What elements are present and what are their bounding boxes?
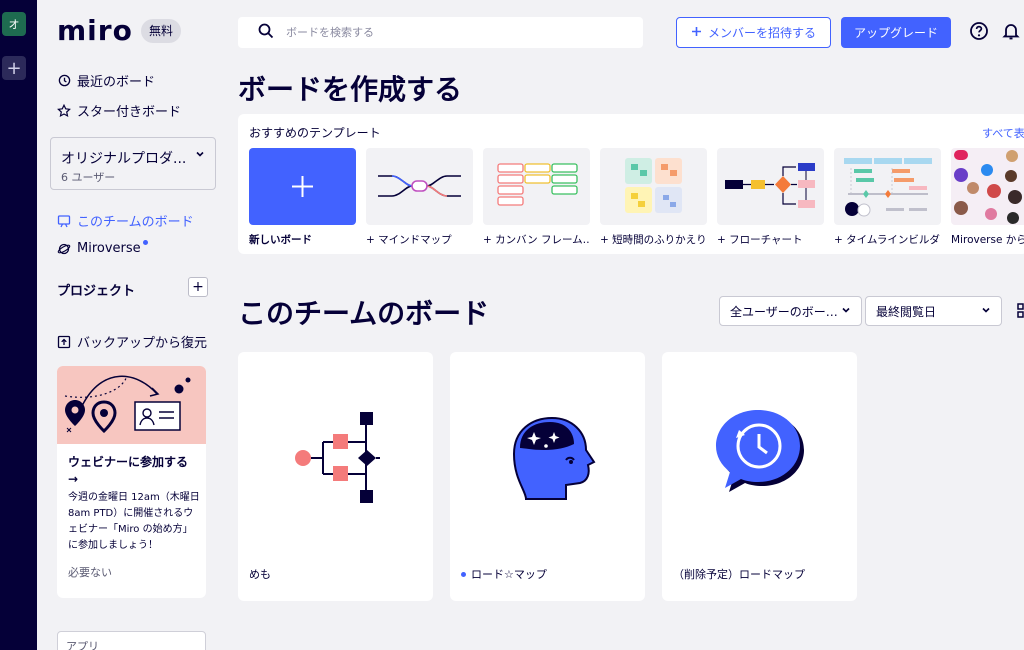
grid-view-icon[interactable] [1017, 303, 1024, 319]
template-label: + カンバン フレーム… [483, 234, 590, 246]
template-label: 新しいボード [249, 234, 312, 246]
template-new-board[interactable]: 新しいボード [249, 148, 356, 247]
board-icon [57, 214, 71, 228]
sort-select[interactable]: 最終閲覧日 [865, 296, 1002, 326]
sidebar-item-label: バックアップから復元 [77, 336, 208, 351]
flowchart-thumbnail [717, 148, 824, 225]
org-switcher[interactable]: オ [2, 12, 26, 36]
template-label: + 短時間のふりかえり [600, 234, 707, 246]
bell-icon[interactable] [1001, 21, 1021, 41]
clock-icon [57, 74, 71, 88]
template-kanban[interactable]: + カンバン フレーム… [483, 148, 590, 247]
board-card[interactable]: ロード☆マップ [450, 352, 645, 601]
board-card[interactable]: めも [238, 352, 433, 601]
template-label: + フローチャート [717, 234, 803, 246]
see-all-templates-link[interactable]: すべて表示 [982, 125, 1024, 141]
template-retro[interactable]: + 短時間のふりかえり [600, 148, 707, 247]
webinar-description: 今週の金曜日 12am（木曜日 8am PTD）に開催されるウェビナー「Miro… [68, 492, 200, 551]
new-dot [461, 571, 466, 577]
board-title: ロード☆マップ [461, 566, 547, 582]
apps-panel[interactable]: アプリ [57, 631, 206, 650]
sidebar-item-miroverse[interactable]: Miroverse [57, 240, 148, 256]
miroverse-label: Miroverse [77, 241, 141, 256]
section-title: このチームのボード [238, 297, 490, 330]
board-title-text: ロード☆マップ [471, 568, 547, 581]
add-project-button[interactable]: + [188, 277, 208, 297]
sidebar-item-starred[interactable]: スター付きボード [57, 101, 181, 120]
sort-value: 最終閲覧日 [876, 304, 937, 319]
restore-backup-link[interactable]: バックアップから復元 [57, 332, 207, 351]
templates-heading: おすすめのテンプレート [249, 126, 381, 140]
sidebar-item-recent[interactable]: 最近のボード [57, 71, 155, 90]
sidebar-item-team-boards[interactable]: このチームのボード [57, 211, 194, 230]
timeline-thumbnail [834, 148, 941, 225]
kanban-thumbnail [483, 148, 590, 225]
invite-label: メンバーを招待する [707, 26, 816, 40]
board-title-text: めも [249, 568, 271, 581]
sidebar: miro 無料 最近のボード スター付きボード オリジナルプロダ... 6 ユー… [37, 0, 230, 650]
chevron-down-icon [981, 304, 991, 318]
template-label: Miroverse から [951, 234, 1024, 246]
template-label: + マインドマップ [366, 234, 452, 246]
board-title: めも [249, 566, 271, 582]
webinar-title[interactable]: ウェビナーに参加する → [68, 454, 198, 488]
history-chat-illustration [662, 392, 857, 532]
webinar-dismiss-link[interactable]: 必要ない [68, 564, 112, 580]
chevron-down-icon [841, 304, 851, 318]
search-bar[interactable] [238, 17, 643, 48]
webinar-illustration [57, 366, 206, 444]
page-title: ボードを作成する [238, 73, 463, 106]
search-input[interactable] [286, 26, 606, 39]
template-flowchart[interactable]: + フローチャート [717, 148, 824, 247]
retro-thumbnail [600, 148, 707, 225]
sidebar-item-label: 最近のボード [77, 75, 156, 90]
sidebar-item-label: Miroverse [77, 240, 148, 256]
webinar-card[interactable]: ウェビナーに参加する → 今週の金曜日 12am（木曜日 8am PTD）に開催… [57, 366, 206, 598]
flowchart-illustration [238, 392, 433, 532]
team-user-count: 6 ユーザー [61, 171, 116, 184]
add-org-button[interactable]: + [2, 56, 26, 80]
plus-icon [691, 26, 702, 40]
upgrade-button[interactable]: アップグレード [841, 17, 951, 48]
sidebar-item-label: スター付きボード [77, 105, 182, 120]
search-icon [258, 23, 274, 43]
board-title-text: （削除予定）ロードマップ [673, 568, 805, 581]
team-switcher[interactable]: オリジナルプロダ... 6 ユーザー [50, 137, 216, 190]
new-dot [142, 240, 148, 245]
owner-filter-value: 全ユーザーのボー… [730, 304, 838, 319]
sidebar-item-label: このチームのボード [77, 215, 194, 230]
template-miroverse[interactable]: Miroverse から [951, 148, 1024, 247]
miroverse-thumbnail [951, 148, 1024, 225]
star-icon [57, 103, 71, 118]
template-mindmap[interactable]: + マインドマップ [366, 148, 473, 247]
planet-icon [57, 242, 71, 256]
chevron-down-icon [195, 148, 205, 162]
upload-icon [57, 335, 71, 349]
plan-badge: 無料 [141, 19, 182, 43]
invite-members-button[interactable]: メンバーを招待する [676, 17, 831, 48]
template-timeline[interactable]: + タイムラインビルダ… [834, 148, 941, 247]
projects-title: プロジェクト [57, 284, 136, 299]
templates-panel: おすすめのテンプレート すべて表示 新しいボード + マインドマップ [238, 114, 1024, 254]
new-board-thumbnail [249, 148, 356, 225]
miro-logo[interactable]: miro [57, 14, 133, 47]
help-icon[interactable] [969, 21, 989, 41]
head-illustration [450, 392, 645, 532]
board-card[interactable]: （削除予定）ロードマップ [662, 352, 857, 601]
team-name: オリジナルプロダ... [61, 151, 187, 167]
mindmap-thumbnail [366, 148, 473, 225]
board-title: （削除予定）ロードマップ [673, 566, 805, 582]
template-label: + タイムラインビルダ… [834, 234, 941, 246]
workspace-rail: オ + [0, 0, 37, 650]
owner-filter-select[interactable]: 全ユーザーのボー… [719, 296, 862, 326]
